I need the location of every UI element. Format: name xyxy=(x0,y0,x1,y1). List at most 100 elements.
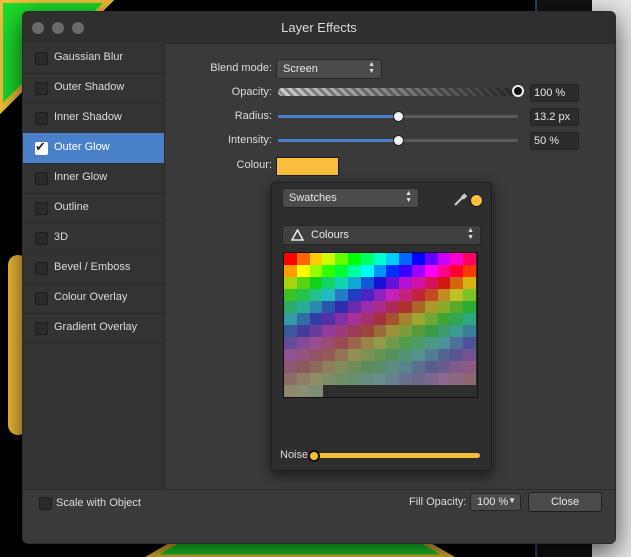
colour-swatch-cell[interactable] xyxy=(412,301,425,313)
effect-checkbox[interactable] xyxy=(35,322,48,335)
colour-swatch-cell[interactable] xyxy=(373,277,387,289)
colour-swatch-cell[interactable] xyxy=(424,325,438,337)
colour-swatch-cell[interactable] xyxy=(322,325,336,337)
colour-swatch-cell[interactable] xyxy=(463,313,477,325)
colour-swatch-cell[interactable] xyxy=(322,361,336,373)
colour-swatch-cell[interactable] xyxy=(386,325,400,337)
colour-swatch-cell[interactable] xyxy=(296,337,310,349)
colour-swatch-cell[interactable] xyxy=(399,337,413,349)
colour-swatch-cell[interactable] xyxy=(386,313,400,325)
colour-swatch-cell[interactable] xyxy=(437,277,451,289)
colour-swatch-cell[interactable] xyxy=(309,349,323,361)
colour-swatch-cell[interactable] xyxy=(296,361,310,373)
colour-swatch-cell[interactable] xyxy=(450,373,464,385)
eyedropper-icon[interactable] xyxy=(452,192,468,208)
colour-swatch-cell[interactable] xyxy=(386,253,400,265)
colour-swatch-cell[interactable] xyxy=(360,337,374,349)
colour-swatch-cell[interactable] xyxy=(360,301,374,313)
colour-swatch-cell[interactable] xyxy=(284,301,297,313)
colour-swatch-cell[interactable] xyxy=(437,253,451,265)
colour-swatch-cell[interactable] xyxy=(412,361,425,373)
colour-swatch-cell[interactable] xyxy=(373,289,387,301)
colour-swatch-cell[interactable] xyxy=(309,361,323,373)
colour-swatch-cell[interactable] xyxy=(335,301,349,313)
intensity-field[interactable]: 50 % xyxy=(530,132,579,150)
colour-swatch-cell[interactable] xyxy=(309,253,323,265)
colour-swatch-cell[interactable] xyxy=(463,337,477,349)
colour-swatch-cell[interactable] xyxy=(450,349,464,361)
colour-swatch-cell[interactable] xyxy=(450,289,464,301)
colour-swatch-cell[interactable] xyxy=(360,373,374,385)
colour-swatch-cell[interactable] xyxy=(335,349,349,361)
colour-swatch-cell[interactable] xyxy=(348,373,361,385)
colour-swatch-cell[interactable] xyxy=(296,349,310,361)
colour-swatch-cell[interactable] xyxy=(399,289,413,301)
colour-swatch-cell[interactable] xyxy=(335,265,349,277)
colour-swatch-cell[interactable] xyxy=(335,313,349,325)
colour-swatch-cell[interactable] xyxy=(463,301,477,313)
colour-swatch-cell[interactable] xyxy=(412,277,425,289)
colour-swatch-cell[interactable] xyxy=(296,277,310,289)
colour-swatch-cell[interactable] xyxy=(335,289,349,301)
colour-swatch-cell[interactable] xyxy=(463,265,477,277)
colour-swatch-cell[interactable] xyxy=(322,265,336,277)
colour-swatch-cell[interactable] xyxy=(386,337,400,349)
colour-swatch-cell[interactable] xyxy=(386,373,400,385)
colour-swatch-cell[interactable] xyxy=(399,253,413,265)
colour-swatch-cell[interactable] xyxy=(360,277,374,289)
colour-swatch-cell[interactable] xyxy=(450,313,464,325)
palette-select[interactable]: Colours ▲ ▼ xyxy=(282,225,481,245)
colour-swatch-cell[interactable] xyxy=(322,289,336,301)
noise-slider-knob[interactable] xyxy=(308,450,320,462)
colour-swatch-cell[interactable] xyxy=(348,265,361,277)
effect-item-colour-overlay[interactable]: Colour Overlay xyxy=(23,283,164,314)
colour-swatch-cell[interactable] xyxy=(463,277,477,289)
colour-swatch-cell[interactable] xyxy=(309,289,323,301)
colour-swatch-cell[interactable] xyxy=(360,253,374,265)
opacity-slider[interactable] xyxy=(278,85,524,97)
colour-swatch-cell[interactable] xyxy=(284,337,297,349)
opacity-field[interactable]: 100 % xyxy=(530,84,579,102)
colour-swatch-cell[interactable] xyxy=(322,301,336,313)
colour-swatch-cell[interactable] xyxy=(373,349,387,361)
colour-swatch-cell[interactable] xyxy=(322,337,336,349)
colour-swatch-cell[interactable] xyxy=(463,289,477,301)
colour-swatch-cell[interactable] xyxy=(348,301,361,313)
colour-swatch-cell[interactable] xyxy=(322,349,336,361)
colour-swatch-cell[interactable] xyxy=(296,265,310,277)
colour-swatch-cell[interactable] xyxy=(348,361,361,373)
colour-swatch-cell[interactable] xyxy=(412,325,425,337)
intensity-slider[interactable] xyxy=(278,135,518,146)
colour-swatch-cell[interactable] xyxy=(450,361,464,373)
colour-swatch-cell[interactable] xyxy=(348,337,361,349)
colour-swatch-cell[interactable] xyxy=(284,361,297,373)
colour-swatch-cell[interactable] xyxy=(284,277,297,289)
swatch-grid[interactable] xyxy=(283,252,478,398)
radius-slider-knob[interactable] xyxy=(393,111,404,122)
colour-swatch-cell[interactable] xyxy=(309,325,323,337)
colour-swatch-cell[interactable] xyxy=(284,385,297,397)
colour-swatch-cell[interactable] xyxy=(399,349,413,361)
colour-swatch-cell[interactable] xyxy=(296,373,310,385)
colour-swatch-cell[interactable] xyxy=(322,373,336,385)
effect-checkbox[interactable] xyxy=(35,52,48,65)
effect-item-gradient-overlay[interactable]: Gradient Overlay xyxy=(23,313,164,344)
colour-swatch-cell[interactable] xyxy=(360,325,374,337)
colour-swatch-cell[interactable] xyxy=(424,301,438,313)
colour-swatch-cell[interactable] xyxy=(284,373,297,385)
colour-swatch-cell[interactable] xyxy=(412,337,425,349)
colour-swatch-cell[interactable] xyxy=(373,301,387,313)
colour-swatch-cell[interactable] xyxy=(335,337,349,349)
colour-swatch-cell[interactable] xyxy=(424,313,438,325)
colour-swatch-cell[interactable] xyxy=(437,361,451,373)
effect-item-3d[interactable]: 3D xyxy=(23,223,164,254)
colour-swatch-cell[interactable] xyxy=(424,337,438,349)
colour-swatch-cell[interactable] xyxy=(296,253,310,265)
colour-swatch-cell[interactable] xyxy=(296,289,310,301)
colour-swatch-cell[interactable] xyxy=(296,385,310,397)
effect-checkbox[interactable] xyxy=(35,292,48,305)
colour-swatch-cell[interactable] xyxy=(309,265,323,277)
colour-swatch-cell[interactable] xyxy=(322,313,336,325)
colour-swatch-cell[interactable] xyxy=(424,289,438,301)
picker-mode-select[interactable]: Swatches ▲ ▼ xyxy=(282,188,419,208)
